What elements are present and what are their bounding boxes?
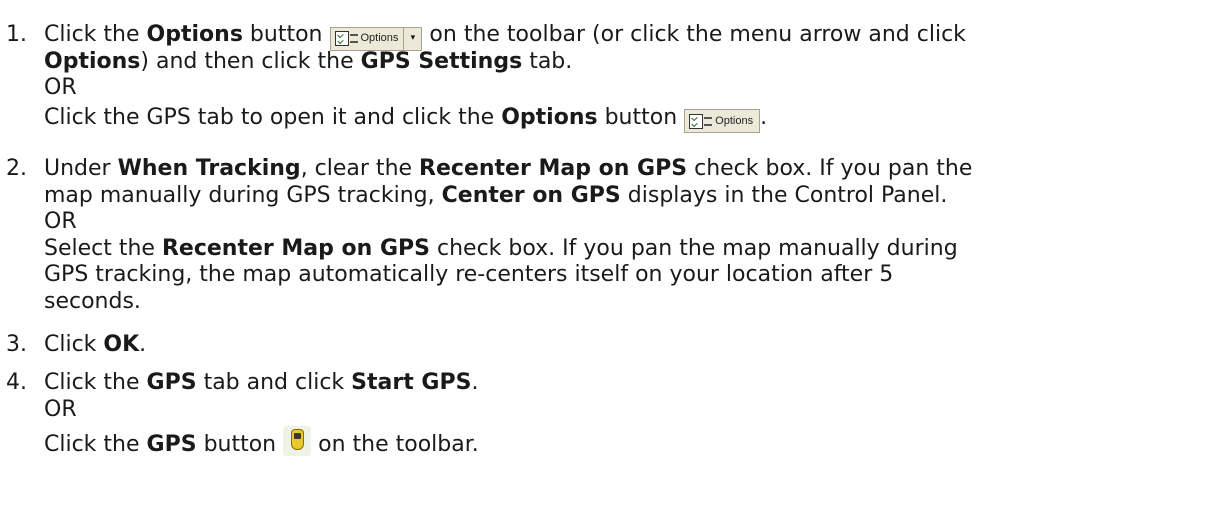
step-number: 4. xyxy=(6,370,27,395)
step-1-line-4: Click the GPS tab to open it and click t… xyxy=(44,102,1219,133)
options-lines-icon xyxy=(704,116,713,126)
step-number: 1. xyxy=(6,22,27,47)
step-4-line-3: Click the GPS button on the toolbar. xyxy=(44,423,1219,459)
or-separator: OR xyxy=(44,75,77,100)
step-2: 2. Under When Tracking, clear the Recent… xyxy=(0,156,1219,315)
gps-device-icon xyxy=(291,429,305,450)
options-checklist-icon xyxy=(334,31,349,46)
options-button[interactable]: Options xyxy=(331,28,404,50)
step-2-line-5: GPS tracking, the map automatically re-c… xyxy=(44,262,894,287)
step-3: 3. Click OK. xyxy=(0,332,1219,359)
step-2-line-4: Select the Recenter Map on GPS check box… xyxy=(44,235,958,261)
step-1-line-2: Options) and then click the GPS Settings… xyxy=(44,48,573,74)
options-checklist-icon xyxy=(689,113,704,129)
recenter-map-term: Recenter Map on GPS xyxy=(419,156,688,181)
options-term: Options xyxy=(146,22,243,47)
options-lines-icon xyxy=(349,34,358,43)
options-menu-arrow-icon[interactable]: ▾ xyxy=(403,27,421,50)
when-tracking-term: When Tracking xyxy=(117,156,301,181)
gps-term: GPS xyxy=(146,370,197,395)
step-4: 4. Click the GPS tab and click Start GPS… xyxy=(0,370,1219,459)
step-2-line-1: Under When Tracking, clear the Recenter … xyxy=(44,156,973,181)
options-split-button[interactable]: Options ▾ xyxy=(329,26,423,51)
recenter-map-term: Recenter Map on GPS xyxy=(161,235,431,261)
step-1-line-1: Click the Options button Options ▾ on th… xyxy=(44,22,1219,51)
step-3-line-1: Click OK. xyxy=(44,332,147,357)
help-document: 1. Click the Options button Options ▾ on… xyxy=(0,0,1219,510)
step-number: 3. xyxy=(6,332,27,357)
step-number: 2. xyxy=(6,156,27,181)
gps-toolbar-button[interactable] xyxy=(283,426,312,456)
or-separator: OR xyxy=(44,209,77,234)
ok-term: OK xyxy=(103,332,140,357)
gps-tab-options-button[interactable]: Options xyxy=(684,109,761,133)
step-4-line-1: Click the GPS tab and click Start GPS. xyxy=(44,370,479,395)
or-separator: OR xyxy=(44,396,77,422)
start-gps-term: Start GPS xyxy=(351,370,472,395)
center-on-gps-term: Center on GPS xyxy=(441,182,621,208)
step-2-line-6: seconds. xyxy=(44,288,141,314)
gps-term: GPS xyxy=(146,432,197,457)
step-2-line-2: map manually during GPS tracking, Center… xyxy=(44,182,948,208)
step-1: 1. Click the Options button Options ▾ on… xyxy=(0,22,1219,133)
